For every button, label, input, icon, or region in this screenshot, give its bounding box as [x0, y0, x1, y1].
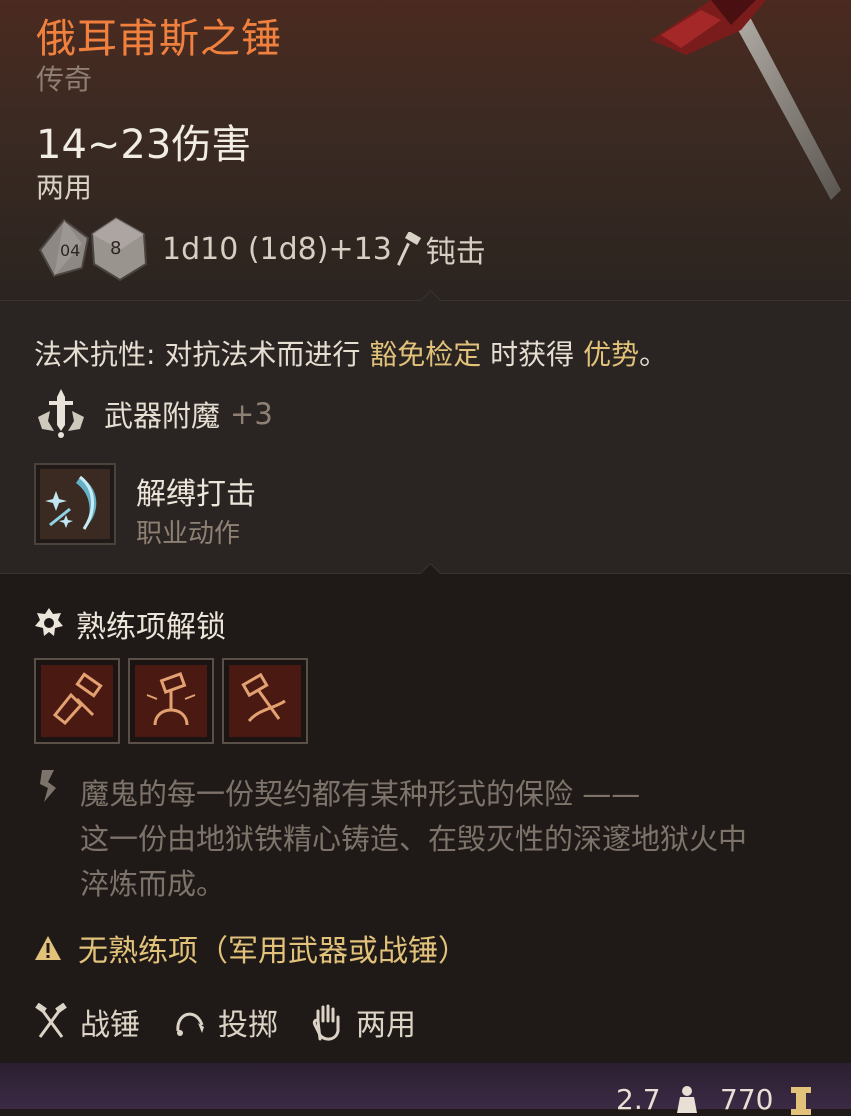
unbound-strike-icon — [40, 469, 110, 539]
spell-resistance-mid: 时获得 — [481, 338, 584, 371]
tag-warhammer: 战锤 — [80, 1008, 140, 1043]
proficiency-action-3-icon — [229, 665, 301, 737]
lore-text: 魔鬼的每一份契约都有某种形式的保险 —— 这一份由地狱铁精心铸造、在毁灭性的深邃… — [80, 772, 830, 907]
proficiency-tile-3[interactable] — [222, 658, 308, 744]
proficiency-warning-row: 无熟练项（军用武器或战锤） — [34, 928, 468, 969]
weapon-art-icon — [651, 0, 841, 200]
warning-icon — [35, 936, 61, 960]
enchantment-value: +3 — [230, 397, 273, 431]
svg-text:04: 04 — [60, 241, 80, 260]
advantage-link[interactable]: 优势 — [583, 338, 639, 371]
proficiency-tile-1[interactable] — [34, 658, 120, 744]
proficiency-action-2-icon — [135, 665, 207, 737]
proficiency-badge-icon — [35, 608, 63, 636]
enchantment-label: 武器附魔 — [104, 399, 221, 433]
throw-icon — [176, 1012, 204, 1036]
tooltip-footer: 2.7 770 — [0, 1063, 851, 1116]
tag-versatile: 两用 — [356, 1008, 416, 1043]
damage-type: 钝击 — [425, 235, 486, 270]
proficiency-tile-2[interactable] — [128, 658, 214, 744]
versatile-hand-icon — [312, 1004, 340, 1041]
item-handedness: 两用 — [36, 171, 93, 204]
dice-icon: 04 8 — [38, 216, 148, 282]
enchantment-row: 武器附魔 +3 — [34, 389, 273, 439]
lore-line-2: 这一份由地狱铁精心铸造、在毁灭性的深邃地狱火中 — [80, 822, 748, 856]
hammer-icon — [396, 232, 421, 266]
svg-text:8: 8 — [110, 238, 121, 259]
spell-resistance-text: 法术抗性: 对抗法术而进行 豁免检定 时获得 优势。 — [34, 333, 667, 373]
proficiency-tiles — [34, 658, 308, 744]
item-rarity: 传奇 — [36, 63, 93, 96]
weapon-tags-row: 战锤 投掷 两用 — [34, 1002, 448, 1043]
dice-roll-text: 1d10 (1d8)+13 — [162, 231, 392, 267]
lore-line-3: 淬炼而成。 — [80, 867, 226, 901]
crossed-hammers-icon — [35, 1003, 67, 1038]
proficiency-action-1-icon — [41, 665, 113, 737]
item-name: 俄耳甫斯之锤 — [36, 16, 282, 62]
lore-line-1: 魔鬼的每一份契约都有某种形式的保险 —— — [80, 777, 641, 811]
dice-roll-row: 04 8 1d10 (1d8)+13 钝击 — [36, 214, 486, 284]
quote-icon — [40, 770, 56, 802]
saving-throw-link[interactable]: 豁免检定 — [369, 338, 481, 371]
proficiency-section: 熟练项解锁 魔鬼的每一份契约都有某种形式的保险 —— 这一份由地狱铁精心铸造、在… — [0, 562, 851, 1064]
tag-thrown: 投掷 — [218, 1008, 278, 1043]
proficiency-title: 熟练项解锁 — [76, 610, 226, 645]
enchanted-sword-icon — [38, 389, 84, 438]
proficiency-unlock-row: 熟练项解锁 — [34, 604, 226, 645]
action-icon-frame[interactable] — [34, 463, 116, 545]
spell-resistance-end: 。 — [639, 338, 668, 371]
action-type: 职业动作 — [136, 519, 241, 549]
properties-section: 法术抗性: 对抗法术而进行 豁免检定 时获得 优势。 武器附魔 +3 解缚打击 … — [0, 289, 851, 573]
action-name: 解缚打击 — [136, 477, 256, 512]
proficiency-warning: 无熟练项（军用武器或战锤） — [78, 934, 468, 969]
item-damage: 14~23伤害 — [36, 122, 252, 168]
item-tooltip: 俄耳甫斯之锤 传奇 14~23伤害 两用 04 8 1d10 (1d8)+13 … — [0, 0, 851, 1116]
item-weight: 2.7 — [616, 1083, 661, 1116]
item-price: 770 — [720, 1083, 774, 1116]
gold-coin-icon — [791, 1087, 811, 1115]
tooltip-header: 俄耳甫斯之锤 传奇 14~23伤害 两用 04 8 1d10 (1d8)+13 … — [0, 0, 851, 300]
spell-resistance-prefix: 法术抗性: 对抗法术而进行 — [34, 338, 370, 371]
